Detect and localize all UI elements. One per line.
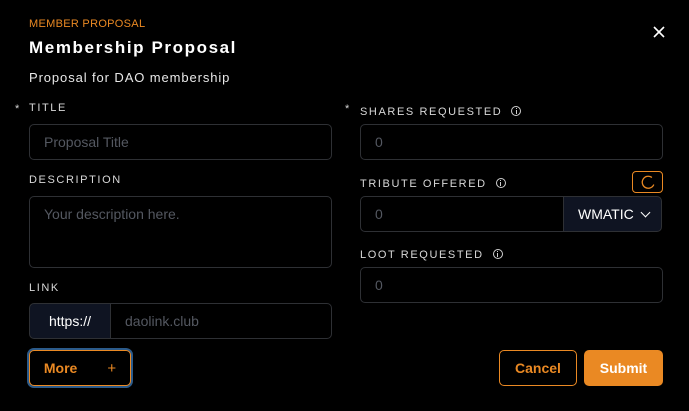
info-icon[interactable] xyxy=(492,249,503,259)
title-label: TITLE xyxy=(29,102,67,114)
info-icon[interactable] xyxy=(495,178,506,188)
close-icon xyxy=(653,26,665,38)
shares-label: SHARES REQUESTED xyxy=(360,106,503,118)
modal-title: Membership Proposal xyxy=(29,38,237,57)
shares-label-row: SHARES REQUESTED xyxy=(360,102,522,120)
plus-icon: + xyxy=(107,359,117,377)
tribute-input[interactable] xyxy=(360,196,564,232)
more-button[interactable]: More + xyxy=(29,350,131,386)
title-required-mark: * xyxy=(15,103,20,115)
tribute-approve-button[interactable] xyxy=(632,171,663,193)
link-input[interactable] xyxy=(110,303,332,339)
submit-button[interactable]: Submit xyxy=(584,350,663,386)
chevron-down-icon xyxy=(640,207,651,217)
loading-spinner-icon xyxy=(641,175,654,189)
close-button[interactable] xyxy=(651,24,667,40)
loot-label: LOOT REQUESTED xyxy=(360,249,484,261)
modal-eyebrow: MEMBER PROPOSAL xyxy=(29,18,146,30)
tribute-label-row: TRIBUTE OFFERED xyxy=(360,174,506,192)
info-icon[interactable] xyxy=(511,106,522,116)
shares-input[interactable] xyxy=(360,124,663,160)
token-select[interactable]: WMATIC xyxy=(563,196,662,232)
link-prefix: https:// xyxy=(29,303,111,339)
modal-subtitle: Proposal for DAO membership xyxy=(29,70,231,85)
tribute-label: TRIBUTE OFFERED xyxy=(360,178,487,190)
description-textarea[interactable] xyxy=(29,196,332,268)
loot-input[interactable] xyxy=(360,267,663,303)
link-label: LINK xyxy=(29,282,60,294)
loot-label-row: LOOT REQUESTED xyxy=(360,245,503,263)
title-input[interactable] xyxy=(29,124,332,160)
cancel-button[interactable]: Cancel xyxy=(499,350,577,386)
shares-required-mark: * xyxy=(345,103,350,115)
token-select-value: WMATIC xyxy=(578,206,634,222)
description-label: DESCRIPTION xyxy=(29,174,122,186)
more-button-label: More xyxy=(43,360,78,376)
